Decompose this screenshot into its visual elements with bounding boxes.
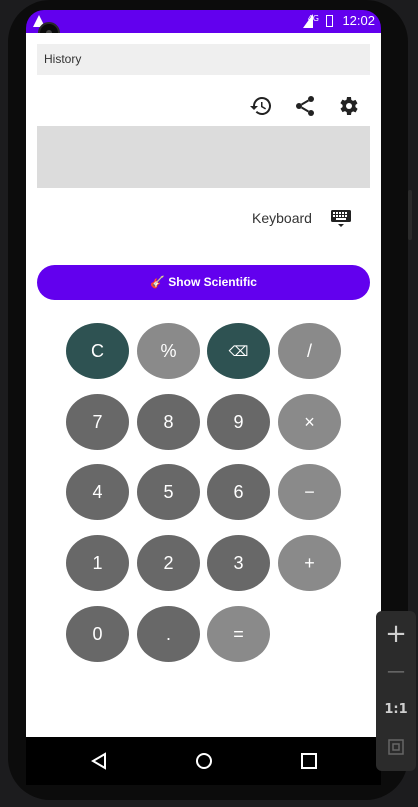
show-scientific-button[interactable]: 🎸 Show Scientific: [37, 265, 370, 300]
key-2[interactable]: 2: [137, 535, 200, 591]
battery-icon: [326, 15, 333, 27]
share-icon[interactable]: [293, 94, 317, 118]
key-0[interactable]: 0: [66, 606, 129, 662]
clear-button[interactable]: C: [66, 323, 129, 379]
backspace-button[interactable]: ⌫: [207, 323, 270, 379]
zoom-out-button[interactable]: —: [376, 661, 416, 682]
minus-button[interactable]: −: [278, 464, 341, 520]
recents-icon[interactable]: [300, 752, 318, 770]
keyboard-icon[interactable]: [330, 208, 352, 230]
key-8[interactable]: 8: [137, 394, 200, 450]
side-button: [408, 190, 412, 240]
zoom-in-button[interactable]: +: [376, 619, 416, 649]
key-1[interactable]: 1: [66, 535, 129, 591]
history-icon[interactable]: [249, 94, 273, 118]
status-time: 12:02: [342, 13, 375, 28]
gear-icon[interactable]: [336, 94, 360, 118]
key-7[interactable]: 7: [66, 394, 129, 450]
plus-button[interactable]: +: [278, 535, 341, 591]
percent-button[interactable]: %: [137, 323, 200, 379]
key-9[interactable]: 9: [207, 394, 270, 450]
back-icon[interactable]: [90, 752, 108, 770]
calculator-app: History Keyboard 🎸 Show Scientific C % ⌫…: [26, 33, 381, 737]
zoom-ratio-button[interactable]: 1:1: [376, 702, 416, 717]
key-3[interactable]: 3: [207, 535, 270, 591]
navigation-bar: [26, 737, 381, 785]
equals-button[interactable]: =: [207, 606, 270, 662]
device-screen: 4G 12:02 History Keyboard 🎸 Show Scienti…: [26, 10, 381, 785]
emulator-zoom-panel: + — 1:1: [376, 611, 416, 771]
divide-button[interactable]: /: [278, 323, 341, 379]
key-4[interactable]: 4: [66, 464, 129, 520]
calculator-display: [37, 126, 370, 188]
decimal-button[interactable]: .: [137, 606, 200, 662]
signal-icon: [303, 14, 313, 28]
history-bar[interactable]: History: [37, 44, 370, 75]
key-6[interactable]: 6: [207, 464, 270, 520]
fit-screen-icon[interactable]: [388, 739, 404, 755]
status-bar: 4G 12:02: [26, 10, 381, 33]
home-icon[interactable]: [195, 752, 213, 770]
keyboard-label: Keyboard: [252, 210, 312, 226]
key-5[interactable]: 5: [137, 464, 200, 520]
multiply-button[interactable]: ×: [278, 394, 341, 450]
